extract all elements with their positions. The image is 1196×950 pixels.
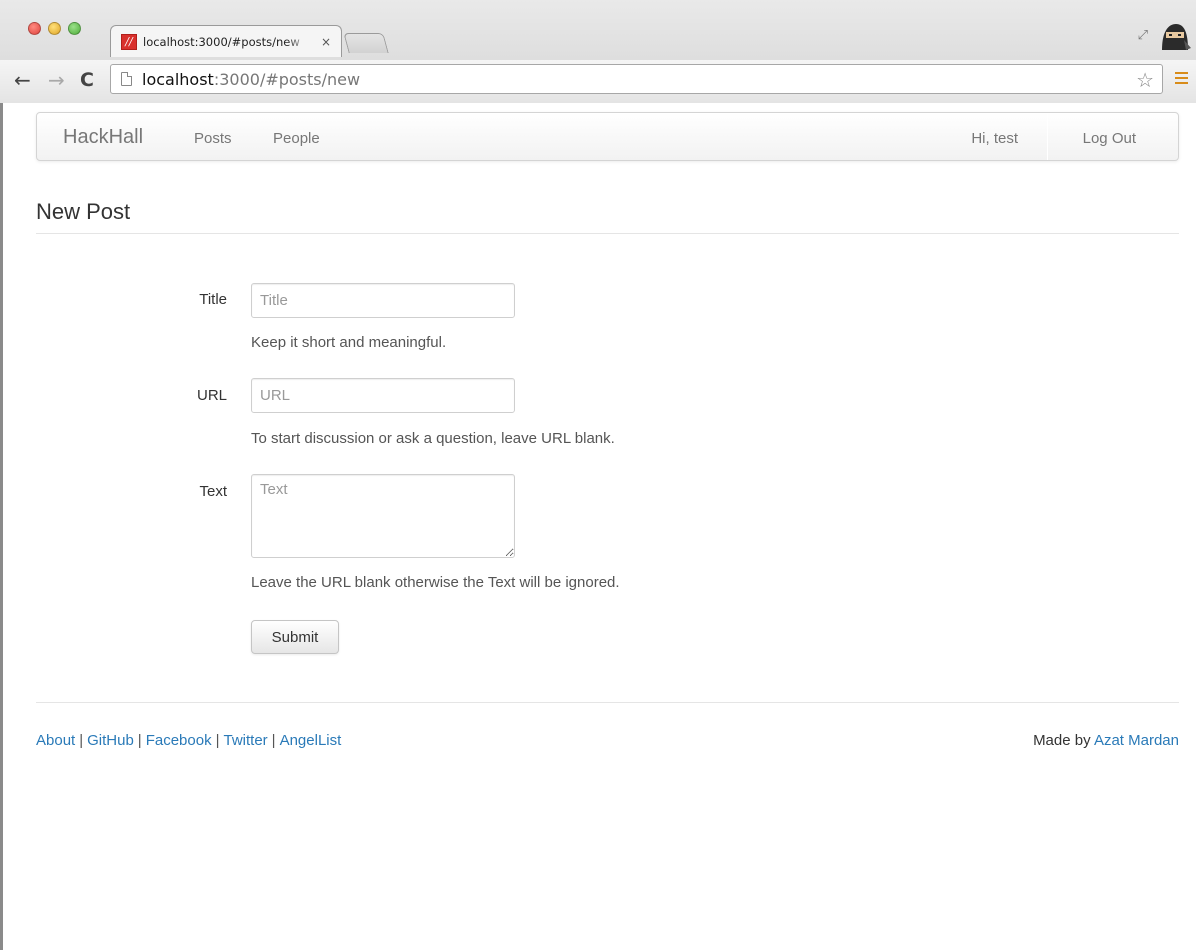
title-divider [36,233,1179,234]
new-tab-button[interactable] [343,33,389,53]
title-label: Title [199,291,227,308]
submit-button[interactable]: Submit [251,620,339,654]
user-greeting: Hi, test [971,130,1018,147]
tab-title: localhost:3000/#posts/new [143,34,300,49]
credit-author-link[interactable]: Azat Mardan [1094,732,1179,749]
footer-link-about[interactable]: About [36,732,75,749]
back-arrow-icon[interactable]: ← [14,68,31,92]
footer-link-twitter[interactable]: Twitter [223,732,267,749]
nav-link-posts[interactable]: Posts [194,130,232,147]
footer-separator: | [79,732,84,749]
logout-link[interactable]: Log Out [1083,130,1136,147]
minimize-window-button[interactable] [48,22,61,35]
forward-arrow-icon[interactable]: → [48,68,65,92]
fullscreen-icon[interactable]: ⤢ [1138,28,1148,43]
zoom-window-button[interactable] [68,22,81,35]
footer-credit: Made by Azat Mardan [1033,732,1179,749]
url-text[interactable]: localhost:3000/#posts/new [142,70,360,89]
window-edge [0,103,3,950]
menu-icon[interactable] [1175,72,1188,84]
title-input[interactable] [251,283,515,318]
url-label: URL [196,387,227,404]
footer-link-facebook[interactable]: Facebook [146,732,212,749]
footer-links: About | GitHub | Facebook | Twitter | AngelList [36,732,341,749]
close-window-button[interactable] [28,22,41,35]
footer-divider [36,702,1179,703]
title-help-text: Keep it short and meaningful. [251,334,447,351]
bookmark-star-icon[interactable]: ☆ [1136,68,1154,92]
favicon-icon: // [121,33,137,50]
profile-avatar-icon[interactable] [1158,20,1192,52]
credit-prefix: Made by [1033,732,1091,749]
nav-divider [1047,113,1048,160]
text-textarea[interactable] [251,474,515,558]
page-title: New Post [36,199,131,224]
window-controls [28,22,81,35]
url-help-text: To start discussion or ask a question, l… [251,430,615,447]
footer-separator: | [215,732,220,749]
reload-icon[interactable]: C [80,68,94,92]
footer-separator: | [137,732,142,749]
footer-separator: | [271,732,276,749]
address-bar[interactable]: localhost:3000/#posts/new ☆ [110,64,1163,94]
url-input[interactable] [251,378,515,413]
nav-link-people[interactable]: People [273,130,320,147]
footer-link-github[interactable]: GitHub [87,732,134,749]
text-help-text: Leave the URL blank otherwise the Text w… [251,574,620,591]
site-navbar: HackHall Posts People Hi, test Log Out [36,112,1179,161]
browser-tab[interactable]: // localhost:3000/#posts/new × [110,25,342,57]
tab-close-icon[interactable]: × [321,35,331,49]
page-icon [121,72,132,86]
footer-link-angellist[interactable]: AngelList [280,732,342,749]
text-label: Text [199,483,227,500]
browser-toolbar: ← → C localhost:3000/#posts/new ☆ [0,60,1196,103]
browser-chrome: // localhost:3000/#posts/new × ⤢ ← → C l… [0,0,1196,103]
brand-link[interactable]: HackHall [63,126,143,149]
